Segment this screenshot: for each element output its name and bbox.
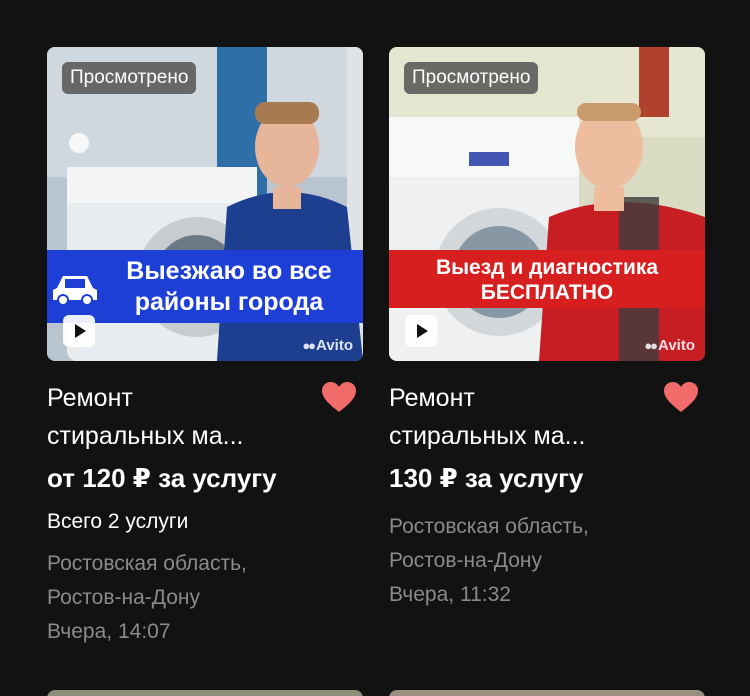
favorite-heart-icon[interactable] <box>321 381 357 413</box>
date: Вчера, 14:07 <box>47 620 171 643</box>
region: Ростовская область, <box>389 515 589 538</box>
listing-card[interactable]: Просмотрено Выезжаю во все районы города… <box>47 47 363 643</box>
avito-logo-icon: ●● <box>644 338 658 353</box>
listing-photo[interactable]: Просмотрено Выезд и диагностика БЕСПЛАТН… <box>389 47 705 361</box>
city: Ростов-на-Дону <box>389 549 542 572</box>
photo-illustration <box>389 47 705 361</box>
listing-grid: Просмотрено Выезжаю во все районы города… <box>0 0 750 696</box>
listing-title[interactable]: Ремонт стиральных ма... <box>389 379 649 455</box>
listing-title[interactable]: Ремонт стиральных ма... <box>47 379 307 455</box>
listing-photo[interactable]: Просмотрено Выезжаю во все районы города… <box>47 47 363 361</box>
title-line-2: стиральных ма... <box>47 422 244 450</box>
promo-banner: Выезд и диагностика БЕСПЛАТНО <box>389 250 705 308</box>
avito-watermark: ●● Avito <box>644 337 695 354</box>
avito-watermark: ●● Avito <box>302 337 353 354</box>
play-icon[interactable] <box>63 315 95 347</box>
price: от 120 ₽ за услугу <box>47 463 277 493</box>
location-meta: Ростовская область, Ростов-на-Дону Вчера… <box>47 547 247 649</box>
title-line-1: Ремонт <box>389 384 475 412</box>
title-line-1: Ремонт <box>47 384 133 412</box>
viewed-badge: Просмотрено <box>62 62 197 94</box>
viewed-badge: Просмотрено <box>404 62 539 94</box>
date: Вчера, 11:32 <box>389 583 511 606</box>
services-count: Всего 2 услуги <box>47 510 189 533</box>
region: Ростовская область, <box>47 552 247 575</box>
next-listing-photo-peek <box>389 690 705 696</box>
favorite-heart-icon[interactable] <box>663 381 699 413</box>
avito-logo-icon: ●● <box>302 338 316 353</box>
banner-line-2: БЕСПЛАТНО <box>480 281 614 304</box>
banner-line-1: Выезжаю во все <box>126 257 332 285</box>
location-meta: Ростовская область, Ростов-на-Дону Вчера… <box>389 510 589 612</box>
banner-line-1: Выезд и диагностика <box>435 256 659 279</box>
banner-line-2: районы города <box>134 288 324 316</box>
title-line-2: стиральных ма... <box>389 422 586 450</box>
next-listing-photo-peek <box>47 690 363 696</box>
car-icon <box>53 276 97 306</box>
play-icon[interactable] <box>405 315 437 347</box>
promo-banner: Выезжаю во все районы города <box>47 250 363 323</box>
avito-watermark-text: Avito <box>316 337 353 354</box>
listing-card[interactable]: Просмотрено Выезд и диагностика БЕСПЛАТН… <box>389 47 705 606</box>
avito-watermark-text: Avito <box>658 337 695 354</box>
price: 130 ₽ за услугу <box>389 463 584 493</box>
city: Ростов-на-Дону <box>47 586 200 609</box>
